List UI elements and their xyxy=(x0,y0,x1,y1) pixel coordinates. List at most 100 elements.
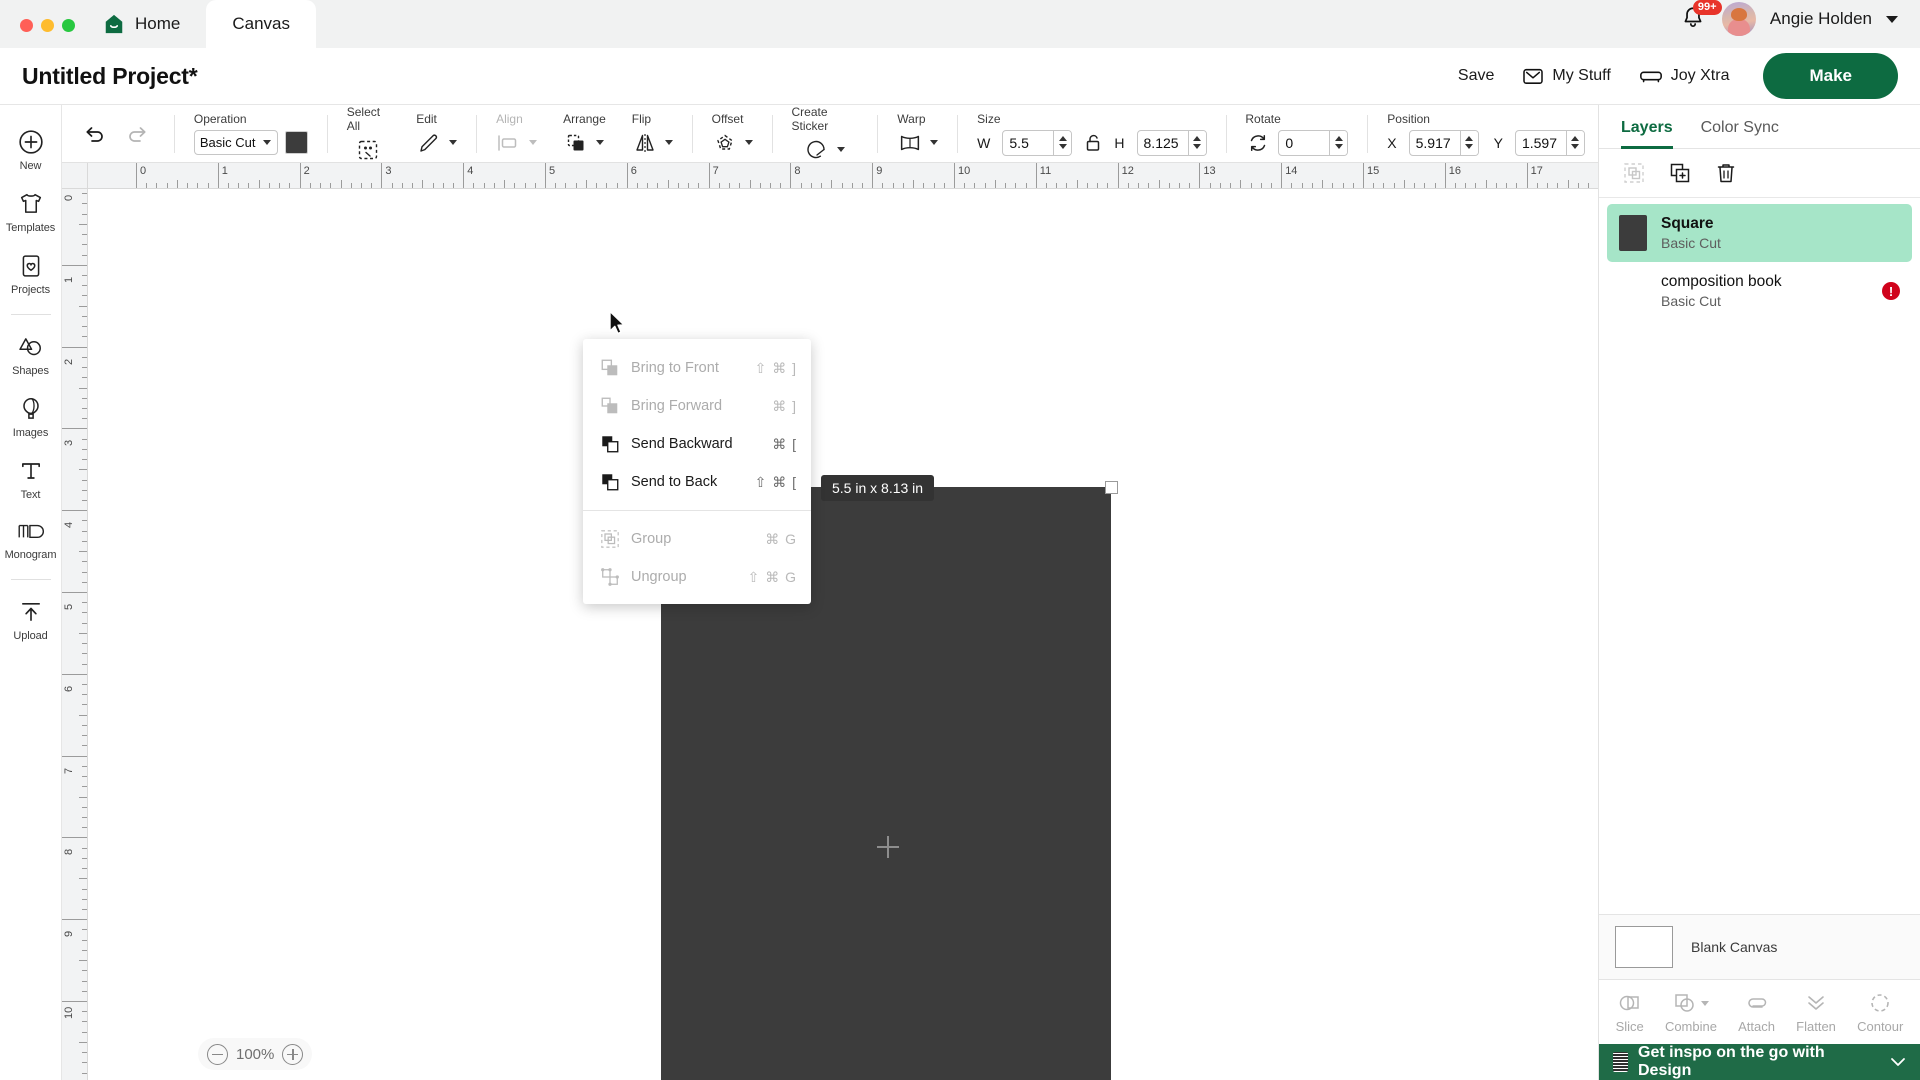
tab-color-sync[interactable]: Color Sync xyxy=(1701,119,1779,148)
ruler-minor-tick xyxy=(82,939,87,941)
rail-item-new[interactable]: New xyxy=(0,119,62,181)
minimize-window-button[interactable] xyxy=(41,19,54,32)
redo-button[interactable] xyxy=(124,121,150,147)
size-height-input[interactable] xyxy=(1137,134,1188,151)
tab-layers[interactable]: Layers xyxy=(1621,119,1673,149)
flip-dropdown-caret[interactable] xyxy=(664,140,673,145)
position-x-field[interactable] xyxy=(1408,129,1479,156)
maximize-window-button[interactable] xyxy=(62,19,75,32)
pencil-icon xyxy=(420,134,438,152)
attach-button[interactable]: Attach xyxy=(1738,992,1775,1034)
rotate-stepper[interactable] xyxy=(1329,130,1348,155)
undo-button[interactable] xyxy=(82,121,108,147)
chevron-down-icon[interactable] xyxy=(1886,15,1898,23)
zoom-out-button[interactable] xyxy=(207,1043,228,1065)
slice-button[interactable]: Slice xyxy=(1616,992,1644,1034)
canvas-area[interactable]: 5.5 in x 8.13 in 100% 0 1 2 3 4 5 6 7 8 9 10 11 12 13… xyxy=(62,163,1598,1080)
menu-item-send-backward[interactable]: Send Backward ⌘ [ xyxy=(583,425,811,463)
flip-button[interactable] xyxy=(632,130,658,156)
ruler-minor-tick xyxy=(1086,183,1088,188)
ruler-minor-tick xyxy=(82,489,87,491)
ruler-tick xyxy=(62,1001,87,1002)
ruler-minor-tick xyxy=(79,878,87,880)
notifications-button[interactable]: 99+ xyxy=(1680,0,1722,33)
delete-layer-button[interactable] xyxy=(1713,160,1739,186)
size-width-stepper[interactable] xyxy=(1053,130,1072,155)
warp-button[interactable] xyxy=(897,130,923,156)
make-button[interactable]: Make xyxy=(1763,53,1898,99)
rotate-icon-button[interactable] xyxy=(1245,130,1271,156)
tab-home[interactable]: Home xyxy=(91,0,206,48)
offset-dropdown-caret[interactable] xyxy=(744,140,753,145)
avatar[interactable] xyxy=(1721,2,1756,36)
rotate-input[interactable] xyxy=(1279,134,1330,151)
create-sticker-dropdown-caret[interactable] xyxy=(837,147,846,152)
rail-item-projects[interactable]: Projects xyxy=(0,243,62,305)
flatten-button[interactable]: Flatten xyxy=(1796,992,1836,1034)
combine-caret-icon[interactable] xyxy=(1700,1000,1709,1006)
size-width-field[interactable] xyxy=(1002,129,1073,156)
size-width-input[interactable] xyxy=(1003,134,1054,151)
rotate-field[interactable] xyxy=(1278,129,1349,156)
rail-item-upload[interactable]: Upload xyxy=(0,589,62,651)
menu-item-bring-forward[interactable]: Bring Forward ⌘ ] xyxy=(583,387,811,425)
layer-row-composition-book[interactable]: composition book Basic Cut ! xyxy=(1607,262,1912,320)
ruler-minor-tick xyxy=(330,183,332,188)
position-x-input[interactable] xyxy=(1409,134,1460,151)
warp-dropdown-caret[interactable] xyxy=(930,140,939,145)
zoom-level-label: 100% xyxy=(236,1045,275,1063)
selection-handle-top-right[interactable] xyxy=(1105,481,1118,494)
operation-select[interactable]: Basic Cut xyxy=(193,130,278,155)
edit-button[interactable] xyxy=(416,130,442,156)
menu-item-ungroup[interactable]: Ungroup ⇧ ⌘ G xyxy=(583,558,811,596)
blank-canvas-swatch[interactable] xyxy=(1615,926,1673,968)
edit-dropdown-caret[interactable] xyxy=(449,140,458,145)
operation-color-swatch[interactable] xyxy=(284,131,308,154)
arrange-button[interactable] xyxy=(563,130,589,156)
promo-chevron-icon[interactable] xyxy=(1890,1057,1906,1067)
save-button[interactable]: Save xyxy=(1458,67,1494,85)
rail-item-text[interactable]: Text xyxy=(0,448,62,510)
zoom-in-button[interactable] xyxy=(282,1043,304,1065)
select-all-button[interactable] xyxy=(355,137,381,163)
offset-button[interactable] xyxy=(712,130,738,156)
rail-item-images[interactable]: Images xyxy=(0,386,62,448)
layer-row-square[interactable]: Square Basic Cut xyxy=(1607,204,1912,262)
rail-item-templates[interactable]: Templates xyxy=(0,181,62,243)
my-stuff-button[interactable]: My Stuff xyxy=(1522,67,1611,85)
toolbar-divider-1 xyxy=(174,114,175,153)
zoom-control[interactable]: 100% xyxy=(198,1038,313,1070)
layer-warning-badge[interactable]: ! xyxy=(1882,282,1900,300)
group-layers-button[interactable] xyxy=(1621,160,1647,186)
arrange-dropdown-caret[interactable] xyxy=(596,140,605,145)
menu-item-group[interactable]: Group ⌘ G xyxy=(583,520,811,558)
create-sticker-button[interactable] xyxy=(804,137,830,163)
size-lock-button[interactable] xyxy=(1079,133,1107,153)
send-backward-icon xyxy=(602,436,619,453)
size-height-stepper[interactable] xyxy=(1187,130,1206,155)
canvas-surface[interactable]: 5.5 in x 8.13 in 100% xyxy=(88,189,1598,1080)
close-window-button[interactable] xyxy=(20,19,33,32)
combine-button[interactable]: Combine xyxy=(1665,992,1717,1034)
position-y-field[interactable] xyxy=(1514,129,1585,156)
align-button[interactable] xyxy=(496,130,522,156)
menu-item-send-to-back[interactable]: Send to Back ⇧ ⌘ [ xyxy=(583,463,811,501)
contour-button[interactable]: Contour xyxy=(1857,992,1903,1034)
rail-item-shapes[interactable]: Shapes xyxy=(0,324,62,386)
promo-banner[interactable]: Get inspo on the go with Design xyxy=(1599,1044,1920,1080)
duplicate-layer-button[interactable] xyxy=(1667,160,1693,186)
canvas-background-row[interactable]: Blank Canvas xyxy=(1599,914,1920,979)
position-x-stepper[interactable] xyxy=(1459,130,1478,155)
tab-canvas[interactable]: Canvas xyxy=(206,0,316,48)
ruler-minor-tick xyxy=(79,960,87,962)
align-dropdown-caret[interactable] xyxy=(529,140,538,145)
joy-xtra-button[interactable]: Joy Xtra xyxy=(1639,67,1729,85)
ruler-minor-tick xyxy=(1352,183,1354,188)
menu-shortcut-group: ⌘ G xyxy=(765,530,797,547)
size-height-field[interactable] xyxy=(1136,129,1207,156)
arrange-context-menu[interactable]: Bring to Front ⇧ ⌘ ] Bring Forward ⌘ ] S… xyxy=(583,339,811,604)
position-y-input[interactable] xyxy=(1515,134,1566,151)
menu-item-bring-to-front[interactable]: Bring to Front ⇧ ⌘ ] xyxy=(583,349,811,387)
rail-item-monogram[interactable]: Monogram xyxy=(0,510,62,570)
position-y-stepper[interactable] xyxy=(1565,130,1584,155)
